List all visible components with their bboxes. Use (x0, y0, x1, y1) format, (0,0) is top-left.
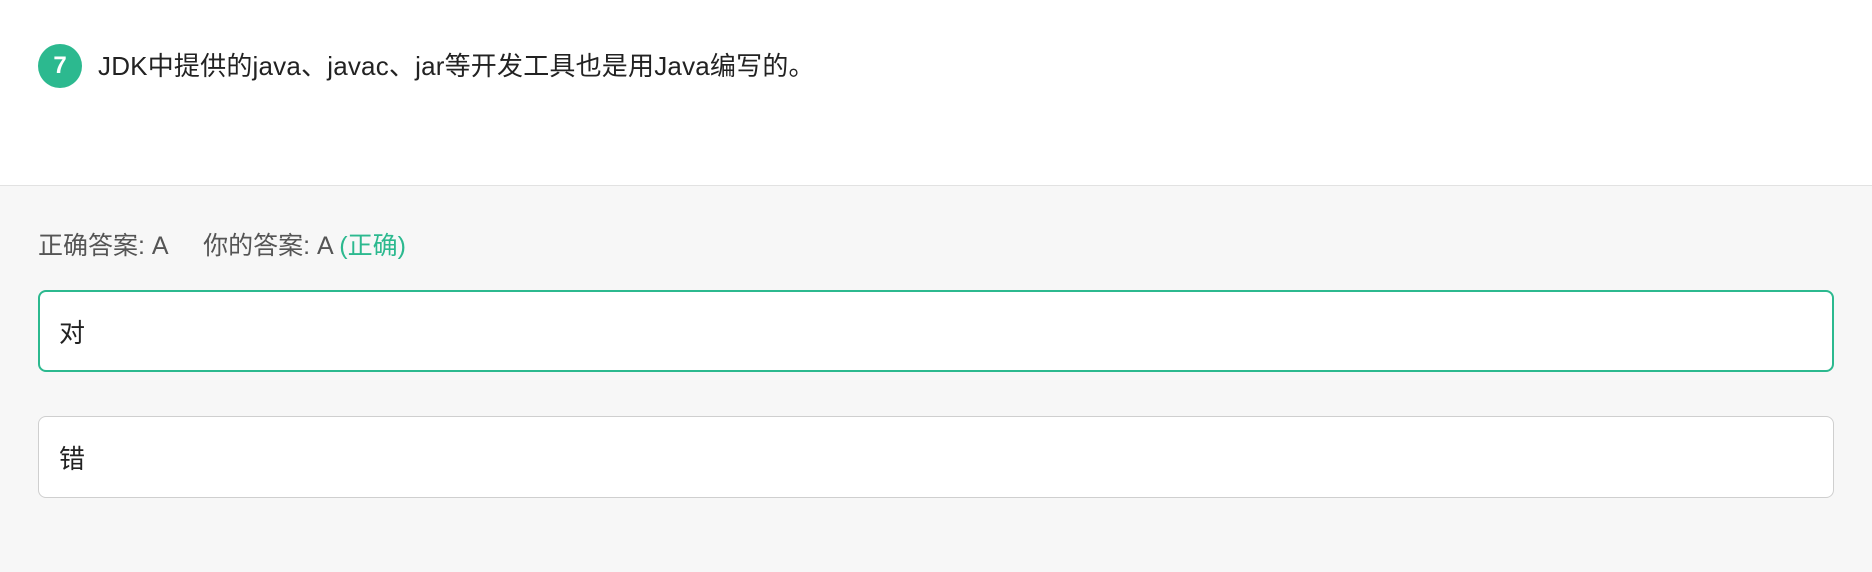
your-answer-label: 你的答案: (203, 232, 311, 260)
question-text: JDK中提供的java、javac、jar等开发工具也是用Java编写的。 (98, 51, 815, 81)
correct-answer-value: A (151, 232, 168, 260)
option-label: 对 (59, 317, 86, 348)
answer-panel: 正确答案: A 你的答案: A (正确) 对 错 (0, 185, 1872, 572)
question-number-badge: 7 (38, 44, 82, 88)
option-false[interactable]: 错 (38, 416, 1834, 498)
answer-status: (正确) (339, 232, 406, 260)
answer-result: 正确答案: A 你的答案: A (正确) (38, 228, 1834, 264)
option-true[interactable]: 对 (38, 290, 1834, 372)
correct-answer-label: 正确答案: (38, 232, 145, 260)
option-label: 错 (59, 443, 86, 474)
question-header: 7 JDK中提供的java、javac、jar等开发工具也是用Java编写的。 (0, 0, 1872, 185)
your-answer-value: A (317, 232, 333, 260)
